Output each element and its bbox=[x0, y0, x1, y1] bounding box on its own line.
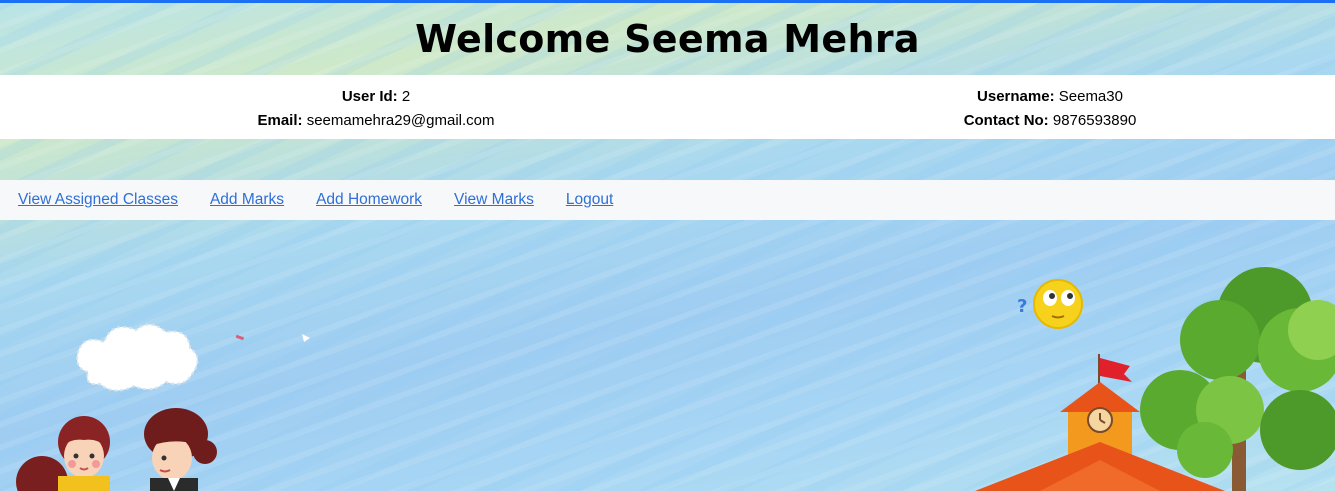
contact-value: 9876593890 bbox=[1052, 112, 1137, 129]
cloud-icon bbox=[76, 323, 199, 392]
student-girl-icon bbox=[16, 416, 110, 491]
confetti-piece bbox=[302, 334, 310, 342]
email-value: seemamehra29@gmail.com bbox=[306, 112, 495, 129]
email-label: Email: bbox=[257, 112, 303, 129]
user-id-label: User Id: bbox=[341, 88, 398, 105]
tree-icon bbox=[1140, 267, 1335, 491]
nav-view-assigned-classes[interactable]: View Assigned Classes bbox=[18, 191, 178, 209]
background-illustration: ? bbox=[16, 267, 1335, 491]
username-row: Username: Seema30 bbox=[830, 85, 1270, 109]
main-navbar: View Assigned Classes Add Marks Add Home… bbox=[0, 180, 1335, 220]
user-id-value: 2 bbox=[401, 88, 411, 105]
email-row: Email: seemamehra29@gmail.com bbox=[156, 109, 596, 133]
contact-label: Contact No: bbox=[963, 112, 1049, 129]
nav-view-marks[interactable]: View Marks bbox=[454, 191, 534, 209]
user-info-right: Username: Seema30 Contact No: 9876593890 bbox=[830, 85, 1270, 133]
clock-icon bbox=[1087, 407, 1113, 433]
student-boy-icon bbox=[144, 408, 217, 491]
welcome-header: Welcome Seema Mehra bbox=[0, 3, 1335, 75]
question-mark-icon: ? bbox=[1017, 296, 1027, 317]
user-info-panel: User Id: 2 Email: seemamehra29@gmail.com… bbox=[0, 75, 1335, 139]
emoji-thinking-icon bbox=[1033, 279, 1083, 329]
flag-icon bbox=[1100, 358, 1132, 382]
nav-logout[interactable]: Logout bbox=[566, 191, 613, 209]
contact-row: Contact No: 9876593890 bbox=[830, 109, 1270, 133]
nav-add-marks[interactable]: Add Marks bbox=[210, 191, 284, 209]
username-value: Seema30 bbox=[1058, 88, 1123, 105]
nav-add-homework[interactable]: Add Homework bbox=[316, 191, 422, 209]
user-id-row: User Id: 2 bbox=[156, 85, 596, 109]
username-label: Username: bbox=[977, 88, 1055, 105]
page-title: Welcome Seema Mehra bbox=[415, 17, 920, 61]
user-info-left: User Id: 2 Email: seemamehra29@gmail.com bbox=[156, 85, 596, 133]
confetti-piece bbox=[235, 334, 245, 341]
